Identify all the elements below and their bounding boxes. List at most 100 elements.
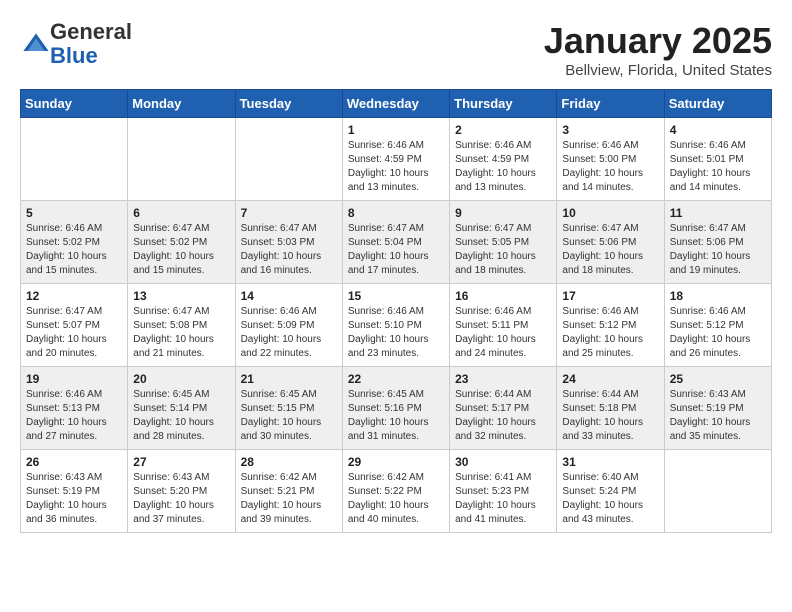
weekday-header-tuesday: Tuesday — [235, 90, 342, 118]
logo: General Blue — [20, 20, 132, 68]
calendar-cell: 20 Sunrise: 6:45 AM Sunset: 5:14 PM Dayli… — [128, 367, 235, 450]
day-info: Sunrise: 6:45 AM Sunset: 5:15 PM Dayligh… — [241, 388, 337, 444]
day-number: 2 — [455, 123, 551, 137]
day-info: Sunrise: 6:41 AM Sunset: 5:23 PM Dayligh… — [455, 471, 551, 527]
day-number: 8 — [348, 206, 444, 220]
day-number: 18 — [670, 289, 766, 303]
calendar-cell: 9 Sunrise: 6:47 AM Sunset: 5:05 PM Daylig… — [450, 201, 557, 284]
day-number: 31 — [562, 455, 658, 469]
day-info: Sunrise: 6:46 AM Sunset: 5:00 PM Dayligh… — [562, 139, 658, 195]
calendar-cell — [235, 118, 342, 201]
day-number: 16 — [455, 289, 551, 303]
calendar-cell — [664, 450, 771, 533]
day-info: Sunrise: 6:42 AM Sunset: 5:22 PM Dayligh… — [348, 471, 444, 527]
calendar-cell: 27 Sunrise: 6:43 AM Sunset: 5:20 PM Dayli… — [128, 450, 235, 533]
weekday-header-wednesday: Wednesday — [342, 90, 449, 118]
calendar-cell: 18Sunrise: 6:46 AM Sunset: 5:12 PM Dayli… — [664, 284, 771, 367]
calendar-cell: 19 Sunrise: 6:46 AM Sunset: 5:13 PM Dayli… — [21, 367, 128, 450]
day-info: Sunrise: 6:43 AM Sunset: 5:19 PM Dayligh… — [670, 388, 766, 444]
calendar-cell: 5 Sunrise: 6:46 AM Sunset: 5:02 PM Daylig… — [21, 201, 128, 284]
calendar-cell: 3 Sunrise: 6:46 AM Sunset: 5:00 PM Daylig… — [557, 118, 664, 201]
calendar-cell: 14Sunrise: 6:46 AM Sunset: 5:09 PM Dayli… — [235, 284, 342, 367]
weekday-header-monday: Monday — [128, 90, 235, 118]
day-number: 25 — [670, 372, 766, 386]
day-number: 27 — [133, 455, 229, 469]
day-info: Sunrise: 6:47 AM Sunset: 5:04 PM Dayligh… — [348, 222, 444, 278]
calendar-cell: 30Sunrise: 6:41 AM Sunset: 5:23 PM Dayli… — [450, 450, 557, 533]
logo-text: General Blue — [50, 20, 132, 68]
calendar-week-row: 12Sunrise: 6:47 AM Sunset: 5:07 PM Dayli… — [21, 284, 772, 367]
calendar-cell: 7 Sunrise: 6:47 AM Sunset: 5:03 PM Daylig… — [235, 201, 342, 284]
location: Bellview, Florida, United States — [544, 62, 772, 79]
calendar-cell: 2Sunrise: 6:46 AM Sunset: 4:59 PM Daylig… — [450, 118, 557, 201]
calendar-cell: 17 Sunrise: 6:46 AM Sunset: 5:12 PM Dayli… — [557, 284, 664, 367]
day-info: Sunrise: 6:46 AM Sunset: 5:12 PM Dayligh… — [562, 305, 658, 361]
day-number: 23 — [455, 372, 551, 386]
calendar-cell: 29 Sunrise: 6:42 AM Sunset: 5:22 PM Dayli… — [342, 450, 449, 533]
day-info: Sunrise: 6:47 AM Sunset: 5:08 PM Dayligh… — [133, 305, 229, 361]
calendar: SundayMondayTuesdayWednesdayThursdayFrid… — [20, 89, 772, 533]
day-info: Sunrise: 6:45 AM Sunset: 5:14 PM Dayligh… — [133, 388, 229, 444]
calendar-cell: 6Sunrise: 6:47 AM Sunset: 5:02 PM Daylig… — [128, 201, 235, 284]
weekday-header-row: SundayMondayTuesdayWednesdayThursdayFrid… — [21, 90, 772, 118]
day-info: Sunrise: 6:44 AM Sunset: 5:18 PM Dayligh… — [562, 388, 658, 444]
day-number: 3 — [562, 123, 658, 137]
calendar-cell — [128, 118, 235, 201]
day-info: Sunrise: 6:46 AM Sunset: 5:13 PM Dayligh… — [26, 388, 122, 444]
day-info: Sunrise: 6:45 AM Sunset: 5:16 PM Dayligh… — [348, 388, 444, 444]
day-number: 20 — [133, 372, 229, 386]
day-number: 22 — [348, 372, 444, 386]
day-number: 17 — [562, 289, 658, 303]
day-info: Sunrise: 6:43 AM Sunset: 5:19 PM Dayligh… — [26, 471, 122, 527]
day-number: 19 — [26, 372, 122, 386]
day-info: Sunrise: 6:47 AM Sunset: 5:06 PM Dayligh… — [670, 222, 766, 278]
day-number: 21 — [241, 372, 337, 386]
day-info: Sunrise: 6:47 AM Sunset: 5:02 PM Dayligh… — [133, 222, 229, 278]
day-info: Sunrise: 6:47 AM Sunset: 5:05 PM Dayligh… — [455, 222, 551, 278]
calendar-cell: 4Sunrise: 6:46 AM Sunset: 5:01 PM Daylig… — [664, 118, 771, 201]
day-number: 29 — [348, 455, 444, 469]
day-number: 7 — [241, 206, 337, 220]
weekday-header-thursday: Thursday — [450, 90, 557, 118]
day-info: Sunrise: 6:47 AM Sunset: 5:03 PM Dayligh… — [241, 222, 337, 278]
calendar-cell: 21 Sunrise: 6:45 AM Sunset: 5:15 PM Dayli… — [235, 367, 342, 450]
calendar-cell: 28Sunrise: 6:42 AM Sunset: 5:21 PM Dayli… — [235, 450, 342, 533]
title-block: January 2025 Bellview, Florida, United S… — [544, 20, 772, 79]
calendar-cell: 11 Sunrise: 6:47 AM Sunset: 5:06 PM Dayli… — [664, 201, 771, 284]
day-number: 10 — [562, 206, 658, 220]
calendar-cell: 26 Sunrise: 6:43 AM Sunset: 5:19 PM Dayli… — [21, 450, 128, 533]
day-info: Sunrise: 6:43 AM Sunset: 5:20 PM Dayligh… — [133, 471, 229, 527]
weekday-header-saturday: Saturday — [664, 90, 771, 118]
calendar-cell — [21, 118, 128, 201]
day-info: Sunrise: 6:42 AM Sunset: 5:21 PM Dayligh… — [241, 471, 337, 527]
weekday-header-friday: Friday — [557, 90, 664, 118]
month-title: January 2025 — [544, 20, 772, 62]
day-number: 26 — [26, 455, 122, 469]
calendar-cell: 23Sunrise: 6:44 AM Sunset: 5:17 PM Dayli… — [450, 367, 557, 450]
day-info: Sunrise: 6:46 AM Sunset: 5:11 PM Dayligh… — [455, 305, 551, 361]
day-number: 14 — [241, 289, 337, 303]
calendar-cell: 24 Sunrise: 6:44 AM Sunset: 5:18 PM Dayli… — [557, 367, 664, 450]
header: General Blue January 2025 Bellview, Flor… — [20, 20, 772, 79]
day-number: 5 — [26, 206, 122, 220]
calendar-cell: 31Sunrise: 6:40 AM Sunset: 5:24 PM Dayli… — [557, 450, 664, 533]
calendar-week-row: 26 Sunrise: 6:43 AM Sunset: 5:19 PM Dayli… — [21, 450, 772, 533]
day-info: Sunrise: 6:46 AM Sunset: 5:10 PM Dayligh… — [348, 305, 444, 361]
day-number: 11 — [670, 206, 766, 220]
day-info: Sunrise: 6:46 AM Sunset: 5:02 PM Dayligh… — [26, 222, 122, 278]
calendar-cell: 16 Sunrise: 6:46 AM Sunset: 5:11 PM Dayli… — [450, 284, 557, 367]
day-info: Sunrise: 6:47 AM Sunset: 5:07 PM Dayligh… — [26, 305, 122, 361]
calendar-cell: 25 Sunrise: 6:43 AM Sunset: 5:19 PM Dayli… — [664, 367, 771, 450]
logo-icon — [22, 30, 50, 58]
calendar-cell: 8 Sunrise: 6:47 AM Sunset: 5:04 PM Daylig… — [342, 201, 449, 284]
calendar-cell: 1Sunrise: 6:46 AM Sunset: 4:59 PM Daylig… — [342, 118, 449, 201]
calendar-cell: 12Sunrise: 6:47 AM Sunset: 5:07 PM Dayli… — [21, 284, 128, 367]
day-number: 24 — [562, 372, 658, 386]
calendar-week-row: 1Sunrise: 6:46 AM Sunset: 4:59 PM Daylig… — [21, 118, 772, 201]
day-number: 9 — [455, 206, 551, 220]
calendar-cell: 13Sunrise: 6:47 AM Sunset: 5:08 PM Dayli… — [128, 284, 235, 367]
logo-blue-text: Blue — [50, 43, 98, 68]
day-info: Sunrise: 6:46 AM Sunset: 4:59 PM Dayligh… — [348, 139, 444, 195]
day-number: 15 — [348, 289, 444, 303]
page-container: General Blue January 2025 Bellview, Flor… — [0, 0, 792, 543]
